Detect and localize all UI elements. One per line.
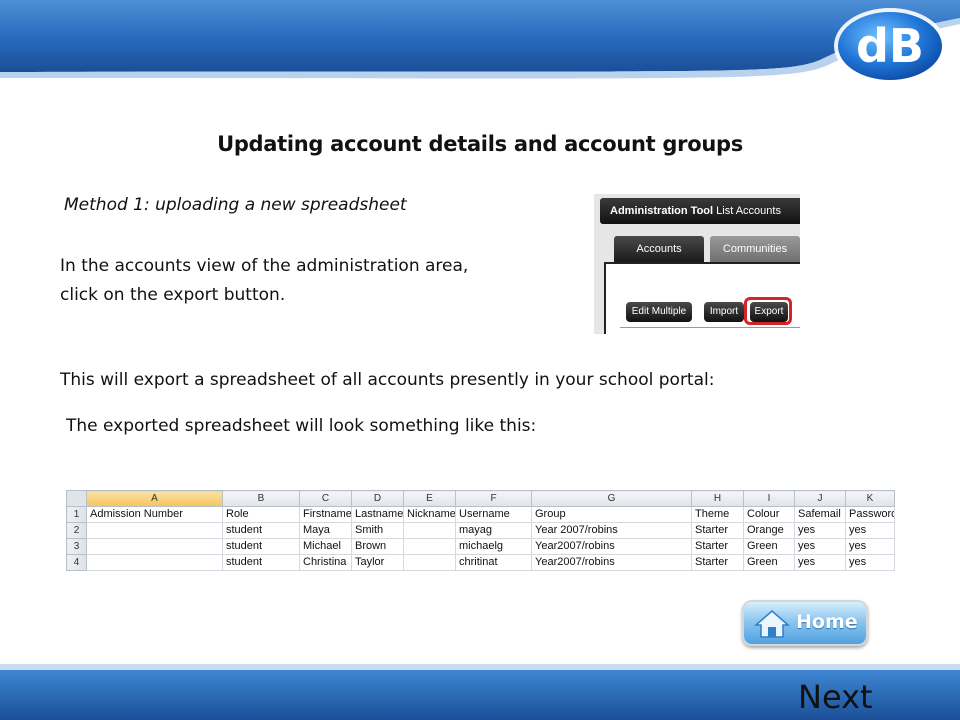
cell[interactable]: Role xyxy=(222,506,300,523)
row-header[interactable]: 1 xyxy=(66,506,87,523)
admin-tool-screenshot: Administration Tool List Accounts Accoun… xyxy=(594,194,800,334)
db-logo: dB xyxy=(834,8,946,84)
cell[interactable]: yes xyxy=(845,522,895,539)
cell[interactable]: yes xyxy=(794,554,846,571)
cell[interactable]: yes xyxy=(794,538,846,555)
cell[interactable]: Brown xyxy=(351,538,404,555)
admin-tool-title-bar: Administration Tool List Accounts xyxy=(600,198,800,224)
cell[interactable]: Christina xyxy=(299,554,352,571)
spreadsheet-preview: A B C D E F G H I J K 1 Admission Number… xyxy=(66,490,895,571)
sheet-note: The exported spreadsheet will look somet… xyxy=(66,416,537,436)
instruction-text: In the accounts view of the administrati… xyxy=(60,252,560,310)
next-link[interactable]: Next xyxy=(798,678,873,716)
row-header[interactable]: 4 xyxy=(66,554,87,571)
column-header[interactable]: J xyxy=(794,490,846,507)
column-header[interactable]: I xyxy=(743,490,795,507)
cell[interactable] xyxy=(86,554,223,571)
table-row: 3 student Michael Brown michaelg Year200… xyxy=(66,538,895,555)
cell[interactable]: Colour xyxy=(743,506,795,523)
cell[interactable]: Green xyxy=(743,538,795,555)
export-highlight-ring xyxy=(744,297,792,325)
admin-tool-title: Administration Tool xyxy=(610,205,714,217)
cell[interactable] xyxy=(403,522,456,539)
column-header[interactable]: K xyxy=(845,490,895,507)
column-header[interactable]: C xyxy=(299,490,352,507)
admin-panel-divider xyxy=(620,327,800,328)
column-header-row: A B C D E F G H I J K xyxy=(66,490,895,507)
cell[interactable]: Firstname xyxy=(299,506,352,523)
cell[interactable]: Starter xyxy=(691,554,744,571)
house-icon xyxy=(754,610,790,638)
instruction-line-1: In the accounts view of the administrati… xyxy=(60,256,469,276)
admin-tool-subtitle: List Accounts xyxy=(716,205,781,217)
cell[interactable]: Year2007/robins xyxy=(531,538,692,555)
cell[interactable] xyxy=(86,538,223,555)
cell[interactable]: Green xyxy=(743,554,795,571)
row-header[interactable]: 2 xyxy=(66,522,87,539)
edit-multiple-button[interactable]: Edit Multiple xyxy=(626,302,692,322)
cell[interactable]: michaelg xyxy=(455,538,532,555)
cell[interactable]: Year 2007/robins xyxy=(531,522,692,539)
cell[interactable]: Safemail xyxy=(794,506,846,523)
cell[interactable]: Username xyxy=(455,506,532,523)
cell[interactable]: Nickname xyxy=(403,506,456,523)
cell[interactable]: Theme xyxy=(691,506,744,523)
home-button[interactable]: Home xyxy=(742,600,868,646)
method-subtitle: Method 1: uploading a new spreadsheet xyxy=(64,195,407,215)
cell[interactable]: yes xyxy=(845,538,895,555)
cell[interactable]: Smith xyxy=(351,522,404,539)
top-wave-graphic xyxy=(0,0,960,79)
column-header[interactable]: A xyxy=(86,490,223,507)
cell[interactable]: student xyxy=(222,538,300,555)
cell[interactable]: mayag xyxy=(455,522,532,539)
column-header[interactable]: H xyxy=(691,490,744,507)
cell[interactable]: Year2007/robins xyxy=(531,554,692,571)
tab-accounts[interactable]: Accounts xyxy=(614,236,704,262)
cell[interactable]: yes xyxy=(794,522,846,539)
row-header[interactable]: 3 xyxy=(66,538,87,555)
home-button-label: Home xyxy=(796,611,858,633)
import-button[interactable]: Import xyxy=(704,302,744,322)
instruction-line-2: click on the export button. xyxy=(60,285,286,305)
cell[interactable]: chritinat xyxy=(455,554,532,571)
cell[interactable] xyxy=(86,522,223,539)
column-header[interactable]: B xyxy=(222,490,300,507)
cell[interactable]: Admission Number xyxy=(86,506,223,523)
top-banner xyxy=(0,0,960,80)
column-header[interactable]: G xyxy=(531,490,692,507)
cell[interactable]: yes xyxy=(845,554,895,571)
sheet-corner[interactable] xyxy=(66,490,87,507)
table-row: 4 student Christina Taylor chritinat Yea… xyxy=(66,554,895,571)
cell[interactable] xyxy=(403,538,456,555)
cell[interactable]: Michael xyxy=(299,538,352,555)
logo-text: dB xyxy=(856,19,924,73)
column-header[interactable]: D xyxy=(351,490,404,507)
table-row: 2 student Maya Smith mayag Year 2007/rob… xyxy=(66,522,895,539)
cell[interactable]: Group xyxy=(531,506,692,523)
column-header[interactable]: F xyxy=(455,490,532,507)
column-header[interactable]: E xyxy=(403,490,456,507)
export-note: This will export a spreadsheet of all ac… xyxy=(60,370,715,390)
cell[interactable]: Orange xyxy=(743,522,795,539)
cell[interactable] xyxy=(403,554,456,571)
cell[interactable]: PasswordI xyxy=(845,506,895,523)
cell[interactable]: Starter xyxy=(691,538,744,555)
page-title: Updating account details and account gro… xyxy=(217,132,743,156)
table-row: 1 Admission Number Role Firstname Lastna… xyxy=(66,506,895,523)
cell[interactable]: Starter xyxy=(691,522,744,539)
cell[interactable]: Maya xyxy=(299,522,352,539)
cell[interactable]: Lastname xyxy=(351,506,404,523)
cell[interactable]: student xyxy=(222,522,300,539)
tab-communities[interactable]: Communities xyxy=(710,236,800,262)
cell[interactable]: Taylor xyxy=(351,554,404,571)
cell[interactable]: student xyxy=(222,554,300,571)
